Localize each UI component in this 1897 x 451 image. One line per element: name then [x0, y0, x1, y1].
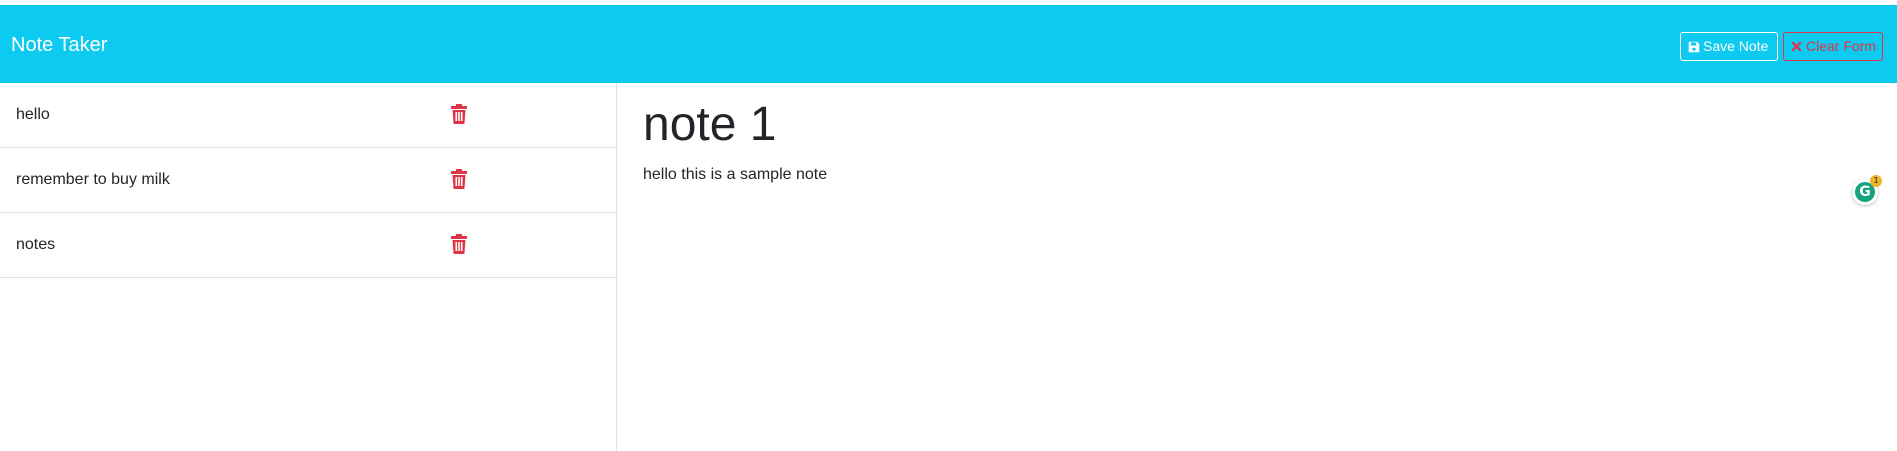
navbar: Note Taker Save Note Clear Form	[0, 5, 1897, 83]
note-list-label[interactable]: remember to buy milk	[16, 170, 170, 190]
list-item[interactable]: remember to buy milk	[0, 148, 616, 213]
grammarly-icon[interactable]: G 1	[1852, 175, 1882, 205]
grammarly-badge: 1	[1870, 175, 1882, 187]
note-text-area[interactable]: hello this is a sample note	[643, 165, 827, 185]
note-editor: note 1 hello this is a sample note	[617, 83, 1897, 451]
note-list-label[interactable]: notes	[16, 235, 55, 255]
save-note-button[interactable]: Save Note	[1680, 32, 1778, 61]
trash-icon[interactable]	[450, 104, 468, 124]
notes-list: hello remember to buy milk notes	[0, 83, 617, 451]
trash-icon[interactable]	[450, 169, 468, 189]
note-list-label[interactable]: hello	[16, 105, 50, 125]
clear-form-button[interactable]: Clear Form	[1783, 32, 1883, 61]
floppy-disk-icon	[1687, 40, 1700, 53]
note-title-input[interactable]: note 1	[643, 97, 776, 153]
clear-form-label: Clear Form	[1805, 38, 1876, 54]
brand-title[interactable]: Note Taker	[11, 33, 107, 57]
close-icon	[1790, 40, 1803, 53]
trash-icon[interactable]	[450, 234, 468, 254]
save-note-label: Save Note	[1703, 38, 1769, 54]
list-item[interactable]: notes	[0, 213, 616, 278]
list-item[interactable]: hello	[0, 83, 616, 148]
